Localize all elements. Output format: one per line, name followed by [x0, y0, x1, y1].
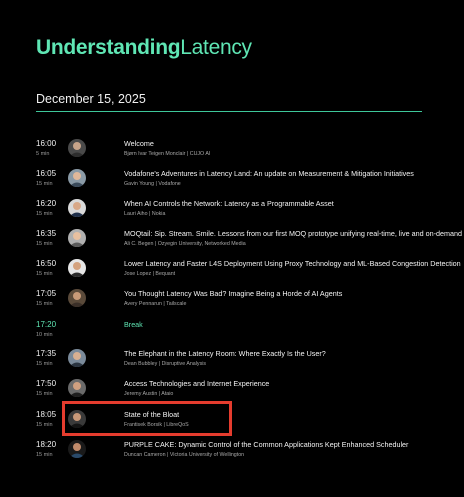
- session-duration: 10 min: [36, 332, 53, 338]
- session-title[interactable]: MOQtail: Sip. Stream. Smile. Lessons fro…: [124, 229, 462, 238]
- session-title[interactable]: The Elephant in the Latency Room: Where …: [124, 349, 326, 358]
- speaker-avatar: [68, 199, 86, 217]
- speaker-avatar: [68, 379, 86, 397]
- session-row[interactable]: 16:05 15 min Vodafone's Adventures in La…: [36, 169, 456, 195]
- session-duration: 5 min: [36, 151, 50, 157]
- session-time: 16:50: [36, 259, 57, 268]
- session-row[interactable]: 16:50 15 min Lower Latency and Faster L4…: [36, 259, 461, 285]
- session-speaker: Bjørn Ivar Teigen Monclair | CUJO AI: [124, 151, 211, 157]
- speaker-avatar: [68, 229, 86, 247]
- session-duration: 15 min: [36, 301, 53, 307]
- speaker-avatar: [68, 440, 86, 458]
- session-row[interactable]: 17:05 15 min You Thought Latency Was Bad…: [36, 289, 456, 315]
- session-title[interactable]: When AI Controls the Network: Latency as…: [124, 199, 334, 208]
- speaker-avatar: [68, 169, 86, 187]
- session-time: 17:20: [36, 320, 57, 329]
- session-speaker: Ali C. Begen | Ozyegin University, Netwo…: [124, 241, 246, 247]
- session-time: 16:05: [36, 169, 57, 178]
- session-title[interactable]: Access Technologies and Internet Experie…: [124, 379, 269, 388]
- session-time: 16:00: [36, 139, 57, 148]
- session-time: 18:20: [36, 440, 57, 449]
- session-title[interactable]: PURPLE CAKE: Dynamic Control of the Comm…: [124, 440, 408, 449]
- speaker-avatar: [68, 289, 86, 307]
- page-title: UnderstandingLatency: [36, 36, 252, 60]
- session-title[interactable]: You Thought Latency Was Bad? Imagine Bei…: [124, 289, 342, 298]
- session-time: 17:50: [36, 379, 57, 388]
- session-speaker: Jeremy Austin | Ataio: [124, 391, 174, 397]
- session-duration: 15 min: [36, 452, 53, 458]
- schedule-date: December 15, 2025: [36, 92, 146, 106]
- session-row[interactable]: 17:35 15 min The Elephant in the Latency…: [36, 349, 456, 375]
- session-row-break: 17:20 10 min Break: [36, 320, 456, 346]
- session-time: 18:05: [36, 410, 57, 419]
- session-title: Break: [124, 320, 143, 329]
- session-duration: 15 min: [36, 422, 53, 428]
- session-title[interactable]: Welcome: [124, 139, 154, 148]
- title-light: Latency: [180, 36, 252, 59]
- session-time: 17:35: [36, 349, 57, 358]
- session-duration: 15 min: [36, 181, 53, 187]
- session-duration: 15 min: [36, 271, 53, 277]
- session-time: 17:05: [36, 289, 57, 298]
- session-row[interactable]: 16:00 5 min Welcome Bjørn Ivar Teigen Mo…: [36, 139, 456, 165]
- session-duration: 15 min: [36, 391, 53, 397]
- session-speaker: Duncan Cameron | Victoria University of …: [124, 452, 245, 458]
- session-duration: 15 min: [36, 241, 53, 247]
- title-bold: Understanding: [36, 36, 181, 59]
- session-time: 16:20: [36, 199, 57, 208]
- session-title[interactable]: Lower Latency and Faster L4S Deployment …: [124, 259, 461, 268]
- divider: [36, 111, 422, 112]
- session-speaker: Lauri Aiho | Nokia: [124, 211, 166, 217]
- session-row[interactable]: 16:35 15 min MOQtail: Sip. Stream. Smile…: [36, 229, 462, 255]
- session-duration: 15 min: [36, 211, 53, 217]
- session-speaker: Gavin Young | Vodafone: [124, 181, 181, 187]
- speaker-avatar: [68, 139, 86, 157]
- session-duration: 15 min: [36, 361, 53, 367]
- speaker-avatar: [68, 259, 86, 277]
- session-row[interactable]: 16:20 15 min When AI Controls the Networ…: [36, 199, 456, 225]
- session-row[interactable]: 18:20 15 min PURPLE CAKE: Dynamic Contro…: [36, 440, 456, 466]
- highlight-box: [62, 401, 232, 436]
- session-speaker: Jose Lopez | Bequant: [124, 271, 176, 277]
- session-speaker: Avery Pennarun | Tailscale: [124, 301, 187, 307]
- session-time: 16:35: [36, 229, 57, 238]
- session-speaker: Dean Bubbley | Disruptive Analysis: [124, 361, 207, 367]
- speaker-avatar: [68, 349, 86, 367]
- session-title[interactable]: Vodafone's Adventures in Latency Land: A…: [124, 169, 414, 178]
